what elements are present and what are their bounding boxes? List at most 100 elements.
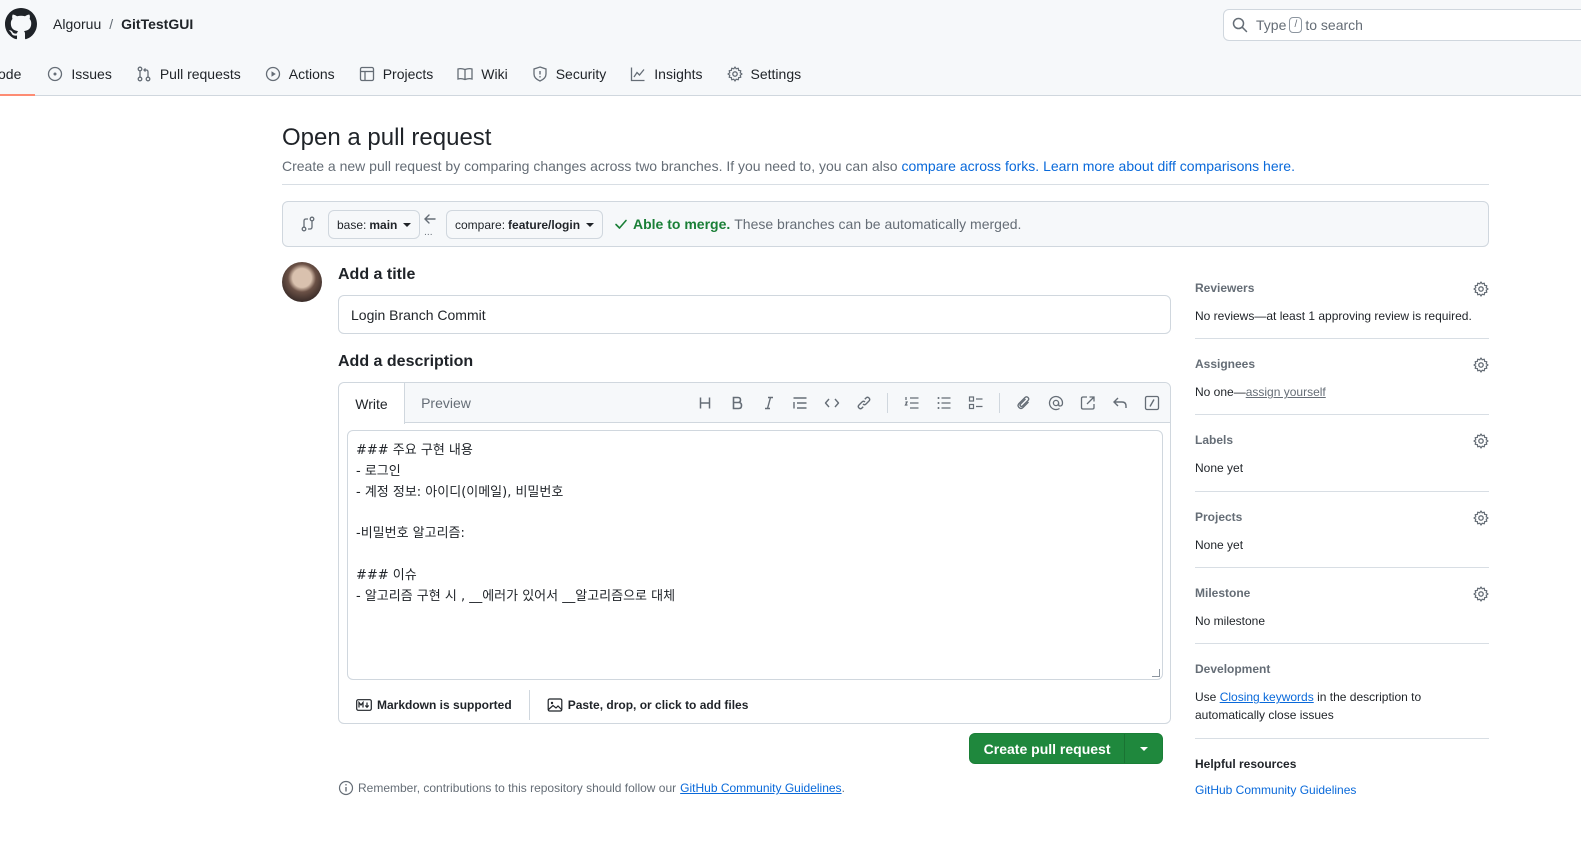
- tab-actions-label: Actions: [288, 66, 335, 82]
- search-placeholder-prefix: Type: [1256, 17, 1287, 33]
- repo-nav: ode Issues Pull requests Actions Project…: [0, 52, 813, 96]
- tab-wiki-label: Wiki: [481, 66, 508, 82]
- github-logo-icon[interactable]: [5, 8, 37, 40]
- code-icon[interactable]: [822, 394, 842, 412]
- sidebar-milestone: Milestone No milestone: [1195, 586, 1489, 630]
- markdown-icon: [356, 698, 372, 711]
- compare-forks-link[interactable]: compare across forks.: [901, 158, 1039, 174]
- tab-issues-label: Issues: [71, 66, 112, 82]
- development-value: Use Closing keywords in the description …: [1195, 688, 1435, 724]
- graph-icon: [631, 67, 645, 82]
- compare-branch-name: feature/login: [508, 217, 581, 232]
- projects-value: None yet: [1195, 538, 1244, 552]
- dev-prefix: Use: [1195, 690, 1217, 704]
- assignees-prefix: No one—: [1195, 385, 1246, 399]
- owner-link[interactable]: Algoruu: [53, 16, 101, 32]
- reply-icon[interactable]: [1110, 394, 1130, 412]
- arrow-ellipsis: ...: [424, 228, 433, 236]
- base-branch-select[interactable]: base: main: [328, 210, 421, 239]
- avatar[interactable]: [282, 262, 322, 302]
- resize-handle[interactable]: [1152, 669, 1160, 677]
- attachment-icon[interactable]: [1014, 394, 1034, 412]
- community-guidelines-link[interactable]: GitHub Community Guidelines: [1195, 783, 1489, 797]
- add-files-label: Paste, drop, or click to add files: [567, 697, 749, 712]
- title-input-value: Login Branch Commit: [351, 306, 486, 323]
- sidebar-divider: [1195, 338, 1489, 339]
- gear-icon[interactable]: [1473, 586, 1489, 602]
- check-icon: [615, 219, 627, 229]
- title-input[interactable]: Login Branch Commit: [338, 295, 1171, 334]
- base-branch-name: main: [369, 217, 398, 232]
- mention-icon[interactable]: [1046, 394, 1066, 412]
- guidelines-link[interactable]: GitHub Community Guidelines: [680, 781, 841, 795]
- tab-issues[interactable]: Issues: [35, 52, 123, 96]
- development-title: Development: [1195, 662, 1271, 676]
- link-icon[interactable]: [854, 394, 874, 412]
- ordered-list-icon[interactable]: [902, 394, 922, 412]
- shield-icon: [533, 66, 547, 82]
- gear-icon[interactable]: [1473, 433, 1489, 449]
- tab-preview[interactable]: Preview: [405, 383, 487, 423]
- create-pull-request-button[interactable]: Create pull request: [969, 733, 1163, 764]
- tab-projects[interactable]: Projects: [347, 52, 446, 96]
- page-subtitle-text: Create a new pull request by comparing c…: [282, 158, 898, 174]
- task-list-icon[interactable]: [966, 394, 986, 412]
- markdown-note[interactable]: Markdown is supported: [339, 690, 529, 720]
- body-line: ### 주요 구현 내용: [356, 443, 473, 458]
- bold-icon[interactable]: [727, 394, 747, 412]
- tab-insights-label: Insights: [654, 66, 703, 82]
- tab-settings-label: Settings: [750, 66, 802, 82]
- tab-pull-requests[interactable]: Pull requests: [124, 52, 253, 96]
- markdown-note-label: Markdown is supported: [377, 697, 512, 712]
- quote-icon[interactable]: [790, 394, 810, 412]
- tab-settings[interactable]: Settings: [715, 52, 814, 96]
- add-files[interactable]: Paste, drop, or click to add files: [530, 690, 766, 720]
- body-line: ### 이슈: [356, 567, 417, 583]
- milestone-title: Milestone: [1195, 586, 1251, 600]
- cross-reference-icon[interactable]: [1078, 394, 1098, 412]
- issue-icon: [48, 66, 63, 82]
- description-label: Add a description: [338, 353, 474, 370]
- compare-bar: base: main ... compare: feature/login Ab…: [282, 201, 1489, 247]
- gear-icon[interactable]: [1473, 510, 1489, 526]
- tab-write[interactable]: Write: [339, 383, 405, 424]
- closing-keywords-link[interactable]: Closing keywords: [1220, 690, 1314, 704]
- description-textarea[interactable]: ### 주요 구현 내용 - 로그인 - 계정 정보: 아이디(이메일), 비밀…: [347, 430, 1163, 680]
- tab-wiki[interactable]: Wiki: [445, 52, 519, 96]
- sidebar-labels: Labels None yet: [1195, 433, 1489, 477]
- sidebar-development: Development Use Closing keywords in the …: [1195, 662, 1489, 724]
- gear-icon: [726, 66, 743, 82]
- merge-status-text: These branches can be automatically merg…: [734, 216, 1022, 232]
- slash-command-icon[interactable]: [1142, 394, 1162, 412]
- repo-link[interactable]: GitTestGUI: [121, 16, 193, 32]
- sidebar-assignees: Assignees No one—assign yourself: [1195, 357, 1489, 401]
- image-icon: [547, 697, 563, 712]
- tab-security-label: Security: [555, 66, 607, 82]
- italic-icon[interactable]: [759, 394, 779, 412]
- play-icon: [265, 66, 280, 82]
- tab-actions[interactable]: Actions: [253, 52, 347, 96]
- heading-icon[interactable]: [695, 394, 715, 412]
- guidelines-end: .: [841, 781, 845, 795]
- sidebar-helpful-resources: Helpful resources GitHub Community Guide…: [1195, 757, 1489, 797]
- search-input[interactable]: Type / to search: [1223, 9, 1581, 41]
- page-subtitle: Create a new pull request by comparing c…: [282, 158, 1295, 174]
- body-line: -비밀번호 알고리즘:: [356, 526, 465, 542]
- gear-icon[interactable]: [1473, 357, 1489, 373]
- assign-yourself-link[interactable]: assign yourself: [1246, 385, 1326, 399]
- create-options-dropdown[interactable]: [1124, 734, 1162, 763]
- tab-insights[interactable]: Insights: [618, 52, 714, 96]
- tab-code[interactable]: ode: [0, 52, 36, 96]
- unordered-list-icon[interactable]: [934, 394, 954, 412]
- gear-icon[interactable]: [1473, 281, 1489, 297]
- tab-security[interactable]: Security: [520, 52, 619, 96]
- arrow-left-icon: ...: [423, 214, 437, 236]
- milestone-value: No milestone: [1195, 614, 1266, 628]
- assignees-value: No one—assign yourself: [1195, 383, 1489, 401]
- caret-down-icon: [586, 222, 595, 227]
- learn-more-link[interactable]: Learn more about diff comparisons here.: [1043, 158, 1295, 174]
- reviewers-title: Reviewers: [1195, 281, 1255, 295]
- compare-branch-select[interactable]: compare: feature/login: [446, 210, 604, 239]
- breadcrumb-separator: /: [109, 16, 114, 32]
- sidebar-projects: Projects None yet: [1195, 510, 1489, 554]
